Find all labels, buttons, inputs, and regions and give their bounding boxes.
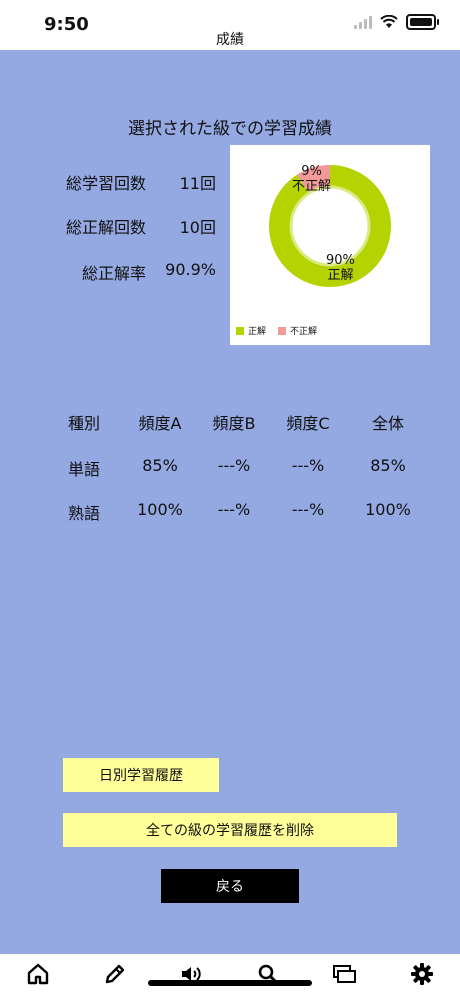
wifi-icon <box>380 15 398 28</box>
cards-icon <box>333 965 356 983</box>
status-icons <box>354 14 439 30</box>
daily-history-button[interactable]: 日別学習履歴 <box>63 758 219 792</box>
summary-value: 10回 <box>179 218 216 237</box>
table-cell: 85% <box>370 456 406 475</box>
signal-icon <box>354 15 372 29</box>
table-header: 頻度A <box>138 414 182 433</box>
table-cell: ---% <box>291 456 325 475</box>
legend-label-incorrect: 不正解 <box>290 327 318 337</box>
summary-value: 11回 <box>179 174 216 193</box>
main-content: 選択された級での学習成績 総学習回数 11回 総正解回数 10回 総正解率 90… <box>0 50 460 954</box>
incorrect-name: 不正解 <box>292 179 332 194</box>
legend-swatch-incorrect <box>278 326 287 335</box>
correct-percent: 90% <box>326 253 355 268</box>
table-header: 種別 <box>67 414 100 433</box>
tab-study[interactable] <box>95 960 135 988</box>
summary-total-correct: 総正解回数 10回 <box>48 214 218 238</box>
table-cell: 単語 <box>67 460 100 479</box>
section-title: 選択された級での学習成績 <box>128 119 332 139</box>
table-cell: 熟語 <box>67 504 100 523</box>
table-header: 頻度C <box>286 414 330 433</box>
summary-total-sessions: 総学習回数 11回 <box>48 170 218 194</box>
back-button[interactable]: 戻る <box>161 869 299 903</box>
incorrect-percent: 9% <box>301 164 322 179</box>
table-cell: 100% <box>365 500 411 519</box>
table-cell: ---% <box>217 500 251 519</box>
table-cell: 100% <box>137 500 183 519</box>
tab-bar <box>0 954 460 996</box>
correct-name: 正解 <box>327 268 354 283</box>
delete-all-history-button[interactable]: 全ての級の学習履歴を削除 <box>63 813 397 847</box>
tab-cards[interactable] <box>325 960 365 988</box>
legend-label-correct: 正解 <box>248 327 267 337</box>
gear-icon <box>411 963 433 985</box>
battery-icon <box>406 14 439 30</box>
incorrect-slice-label: 9% 不正解 <box>292 164 331 194</box>
page-title: 成績 <box>216 32 244 48</box>
summary-label: 総正解回数 <box>65 218 146 237</box>
table-cell: ---% <box>291 500 325 519</box>
table-header-row: 種別 頻度A 頻度B 頻度C 全体 <box>60 410 420 433</box>
summary-accuracy: 総正解率 90.9% <box>48 260 218 284</box>
summary-value: 90.9% <box>165 260 216 279</box>
accuracy-donut-chart: 9% 不正解 90% 正解 正解 不正解 <box>230 145 430 345</box>
table-header: 全体 <box>371 414 404 433</box>
home-icon <box>27 963 49 985</box>
table-cell: 85% <box>142 456 178 475</box>
chart-legend: 正解 不正解 <box>236 324 317 337</box>
home-indicator[interactable] <box>148 980 312 986</box>
legend-swatch-correct <box>236 326 244 335</box>
table-row: 熟語 100% ---% ---% 100% <box>60 500 420 523</box>
tab-settings[interactable] <box>402 960 442 988</box>
table-row: 単語 85% ---% ---% 85% <box>60 456 420 479</box>
table-cell: ---% <box>217 456 251 475</box>
table-header: 頻度B <box>212 414 256 433</box>
summary-label: 総学習回数 <box>65 174 146 193</box>
summary-label: 総正解率 <box>81 264 146 283</box>
tab-home[interactable] <box>18 960 58 988</box>
pencil-icon <box>105 964 125 984</box>
status-bar: 9:50 成績 <box>0 0 460 48</box>
correct-slice-label: 90% 正解 <box>326 253 355 283</box>
